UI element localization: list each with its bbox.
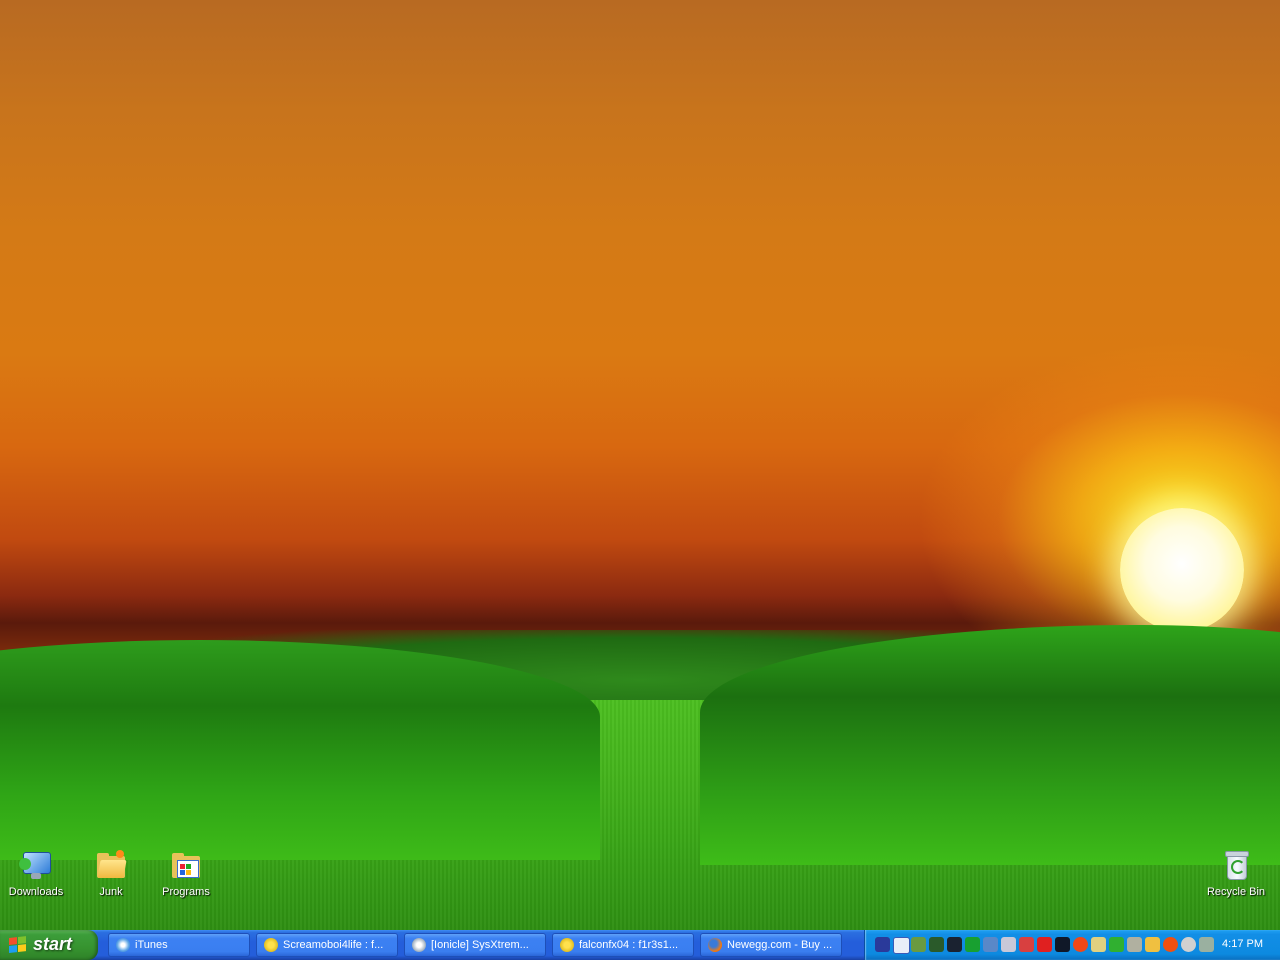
power-icon[interactable]	[1109, 937, 1124, 952]
runner-icon[interactable]	[929, 937, 944, 952]
taskbar-button-aim-chat-1[interactable]: Screamoboi4life : f...	[256, 933, 398, 957]
right-hill	[700, 625, 1280, 865]
green-x-icon[interactable]	[965, 937, 980, 952]
desktop-icon-label: Downloads	[8, 886, 64, 898]
taskbar-button-itunes[interactable]: iTunes	[108, 933, 250, 957]
red-circle-icon[interactable]	[1073, 937, 1088, 952]
desktop-icon-label: Junk	[99, 886, 123, 898]
arrow-icon[interactable]	[1055, 937, 1070, 952]
desktop-icon-recycle-bin[interactable]: Recycle Bin	[1200, 848, 1272, 898]
start-button[interactable]: start	[0, 930, 98, 960]
taskbar-button-label: iTunes	[135, 939, 168, 951]
folder-icon	[94, 848, 128, 882]
taskbar-button-label: Newegg.com - Buy ...	[727, 939, 833, 951]
antivirus-icon[interactable]	[875, 937, 890, 952]
bluetooth-icon[interactable]	[1019, 937, 1034, 952]
desktop-icon-downloads[interactable]: Downloads	[0, 848, 72, 898]
taskbar-button-aim-chat-2[interactable]: falconfx04 : f1r3s1...	[552, 933, 694, 957]
windows-logo-icon	[9, 936, 27, 954]
itunes-icon	[116, 938, 130, 952]
left-hill	[0, 640, 600, 860]
chat-window-icon	[412, 938, 426, 952]
sun	[1120, 508, 1244, 632]
desktop-icon-programs[interactable]: Programs	[150, 848, 222, 898]
printer-icon[interactable]	[1199, 937, 1214, 952]
taskbar-button-label: falconfx04 : f1r3s1...	[579, 939, 679, 951]
recycle-bin-icon	[1219, 848, 1253, 882]
taskbar: start iTunes Screamoboi4life : f... [Ion…	[0, 930, 1280, 960]
desktop-icon-junk[interactable]: Junk	[75, 848, 147, 898]
steam-icon[interactable]	[947, 937, 962, 952]
start-label: start	[33, 934, 73, 954]
firefox-icon	[708, 938, 722, 952]
battery-icon[interactable]	[1091, 937, 1106, 952]
network-icon[interactable]	[983, 937, 998, 952]
red-x-icon[interactable]	[1037, 937, 1052, 952]
usb-icon[interactable]	[1001, 937, 1016, 952]
taskbar-button-chat-window[interactable]: [Ionicle] SysXtrem...	[404, 933, 546, 957]
display-icon[interactable]	[1145, 937, 1160, 952]
monitor-download-icon	[19, 848, 53, 882]
desktop-icon-label: Programs	[162, 886, 210, 898]
clock[interactable]: 4:17 PM	[1222, 938, 1263, 950]
desktop-wallpaper	[0, 0, 1280, 930]
sound-icon[interactable]	[911, 937, 926, 952]
aim-chat-icon	[264, 938, 278, 952]
taskbar-button-label: [Ionicle] SysXtrem...	[431, 939, 529, 951]
aim-chat-icon	[560, 938, 574, 952]
disc-icon[interactable]	[1181, 937, 1196, 952]
taskbar-button-label: Screamoboi4life : f...	[283, 939, 384, 951]
desktop-icon-label: Recycle Bin	[1206, 886, 1266, 898]
programs-folder-icon	[169, 848, 203, 882]
gear-icon[interactable]	[1127, 937, 1142, 952]
window-icon[interactable]	[893, 937, 910, 954]
system-tray: 4:17 PM	[864, 930, 1280, 960]
taskbar-button-firefox[interactable]: Newegg.com - Buy ...	[700, 933, 842, 957]
orange-circle-icon[interactable]	[1163, 937, 1178, 952]
